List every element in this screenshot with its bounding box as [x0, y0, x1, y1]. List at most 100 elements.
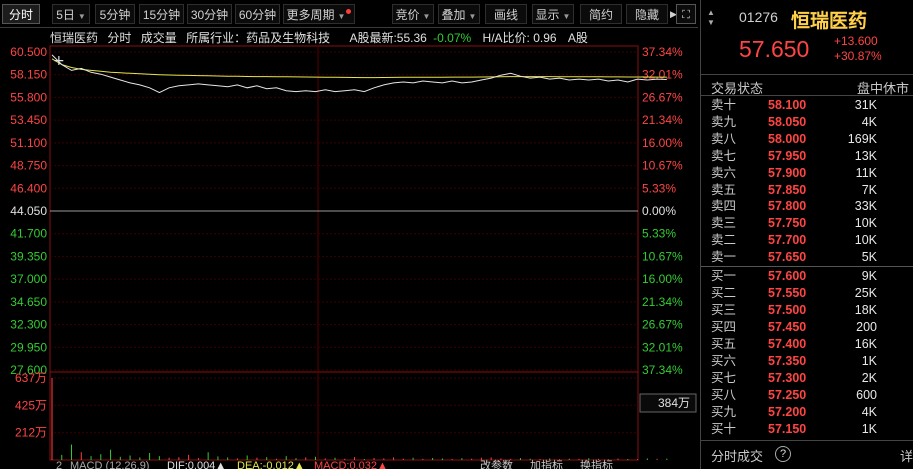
draw-line-button[interactable]: 画线 — [485, 4, 527, 24]
order-level-label: 买四 — [711, 320, 737, 334]
order-volume: 9K — [861, 269, 877, 283]
tab-5day[interactable]: 5日 ▼ — [52, 4, 90, 24]
bid-row[interactable]: 买四 57.450 200 — [701, 319, 913, 336]
simple-button[interactable]: 简约 — [580, 4, 622, 24]
tab-more-periods[interactable]: 更多周期 ▼ — [283, 4, 355, 24]
ask-row[interactable]: 卖八 58.000 169K — [701, 131, 913, 148]
change-params-button[interactable]: 改参数 — [480, 458, 513, 469]
price-tick-label: 58.150 — [10, 68, 47, 82]
overlay-button[interactable]: 叠加 ▼ — [438, 4, 480, 24]
ask-row[interactable]: 卖五 57.850 7K — [701, 182, 913, 199]
change-amount: +13.600 — [834, 34, 878, 48]
order-price: 57.350 — [768, 354, 807, 368]
bid-row[interactable]: 买七 57.300 2K — [701, 370, 913, 387]
price-change: +13.600 +30.87% — [834, 34, 882, 64]
mode-label[interactable]: 分时 — [107, 31, 131, 45]
order-level-label: 买五 — [711, 337, 737, 351]
order-level-label: 买七 — [711, 371, 737, 385]
last-price: 57.650 — [739, 36, 810, 62]
tick-detail-label[interactable]: 分时成交 — [711, 446, 763, 465]
switch-indicator-button[interactable]: 换指标 — [580, 458, 613, 469]
order-volume: 16K — [854, 337, 877, 351]
tab-5min-label: 5分钟 — [99, 8, 131, 22]
order-volume: 13K — [854, 148, 877, 163]
ask-row[interactable]: 卖一 57.650 5K — [701, 249, 913, 266]
bid-row[interactable]: 买八 57.250 600 — [701, 387, 913, 404]
bid-row[interactable]: 买一 57.600 9K — [701, 268, 913, 285]
tick-detail-row[interactable]: 分时成交 ? 详 — [701, 440, 913, 469]
order-level-label: 买一 — [711, 269, 737, 283]
order-price: 57.700 — [768, 233, 807, 248]
stock-name-title: 恒瑞医药 — [791, 10, 868, 32]
add-indicator-button[interactable]: 加指标 — [530, 458, 563, 469]
price-tick-label: 53.450 — [10, 113, 47, 127]
tab-60min-label: 60分钟 — [238, 8, 277, 22]
order-level-label: 买十 — [711, 422, 737, 436]
price-axis: 60.500 58.150 55.800 53.450 51.100 48.750 46.4… — [10, 45, 47, 377]
order-level-label: 买六 — [711, 354, 737, 368]
tab-minute[interactable]: 分时 — [2, 4, 40, 24]
hide-button[interactable]: 隐藏 — [626, 4, 668, 24]
ask-row[interactable]: 卖二 57.700 10K — [701, 232, 913, 249]
order-price: 58.050 — [768, 114, 807, 129]
bid-row[interactable]: 买五 57.400 16K — [701, 336, 913, 353]
order-level-label: 卖九 — [711, 114, 737, 129]
tab-5min[interactable]: 5分钟 — [95, 4, 135, 24]
volume-tick-label: 425万 — [15, 398, 47, 412]
bid-row[interactable]: 买二 57.550 25K — [701, 285, 913, 302]
ask-row[interactable]: 卖九 58.050 4K — [701, 114, 913, 131]
industry-label[interactable]: 所属行业：药品及生物科技 — [186, 31, 330, 45]
order-volume: 600 — [856, 388, 877, 402]
trading-state-row: 交易状态 盘中休市 — [701, 74, 913, 96]
macd-indicator-bar: 2 MACD (12,26,9) DIF:0.004▲ DEA:-0.012▲ MACD… — [50, 458, 686, 469]
order-level-label: 卖四 — [711, 199, 737, 214]
order-volume: 10K — [854, 233, 877, 248]
volume-readout: 384万 — [658, 396, 690, 410]
order-level-label: 卖十 — [711, 98, 737, 112]
display-button[interactable]: 显示 ▼ — [532, 4, 574, 24]
order-price: 57.600 — [768, 269, 807, 283]
auction-button[interactable]: 竞价 ▼ — [392, 4, 434, 24]
bid-row[interactable]: 买六 57.350 1K — [701, 353, 913, 370]
chart-header: 恒瑞医药 分时 成交量 所属行业：药品及生物科技 A股最新:55.36 -0.0… — [50, 29, 640, 47]
order-price: 58.100 — [768, 98, 807, 112]
percent-tick-label: 26.67% — [642, 90, 683, 104]
order-level-label: 买九 — [711, 405, 737, 419]
a-share-change: -0.07% — [433, 31, 472, 45]
price-tick-label: 55.800 — [10, 90, 47, 104]
a-share-link[interactable]: A股 — [568, 31, 588, 45]
order-price: 58.000 — [768, 131, 807, 146]
percent-axis: 37.34% 32.01% 26.67% 21.34% 16.00% 10.67% 5.33… — [642, 45, 683, 377]
price-tick-label: 46.400 — [10, 181, 47, 195]
tab-60min[interactable]: 60分钟 — [235, 4, 280, 24]
order-volume: 25K — [854, 286, 877, 300]
macd-label[interactable]: MACD (12,26,9) — [70, 460, 149, 469]
percent-tick-label: 16.00% — [642, 272, 683, 286]
ask-row[interactable]: 卖七 57.950 13K — [701, 148, 913, 165]
percent-tick-label: 21.34% — [642, 295, 683, 309]
tab-30min[interactable]: 30分钟 — [187, 4, 232, 24]
order-price: 57.950 — [768, 148, 807, 163]
volume-label[interactable]: 成交量 — [141, 31, 177, 45]
arrow-up-icon[interactable]: ▲ — [707, 8, 715, 17]
bid-row[interactable]: 买三 57.500 18K — [701, 302, 913, 319]
ask-row[interactable]: 卖三 57.750 10K — [701, 215, 913, 232]
time-share-chart[interactable]: 60.500 58.150 55.800 53.450 51.100 48.750 46.4… — [0, 28, 698, 469]
price-tick-label: 37.000 — [10, 272, 47, 286]
bid-row[interactable]: 买九 57.200 4K — [701, 404, 913, 421]
chart-frame — [49, 45, 639, 461]
percent-tick-label: 26.67% — [642, 318, 683, 332]
percent-tick-label: 10.67% — [642, 159, 683, 173]
bid-row[interactable]: 买十 57.150 1K — [701, 421, 913, 438]
detail-more-link[interactable]: 详 — [900, 446, 913, 465]
ask-row[interactable]: 卖四 57.800 33K — [701, 198, 913, 215]
fullscreen-icon[interactable]: ⛶ — [676, 4, 696, 24]
indicator-number[interactable]: 2 — [56, 460, 62, 469]
ask-row[interactable]: 卖六 57.900 11K — [701, 165, 913, 182]
order-price: 57.500 — [768, 303, 807, 317]
arrow-down-icon[interactable]: ▼ — [707, 18, 715, 27]
help-icon[interactable]: ? — [775, 446, 791, 462]
tab-15min[interactable]: 15分钟 — [139, 4, 184, 24]
tab-5day-label: 5日 — [56, 8, 75, 22]
ask-row[interactable]: 卖十 58.100 31K — [701, 97, 913, 114]
